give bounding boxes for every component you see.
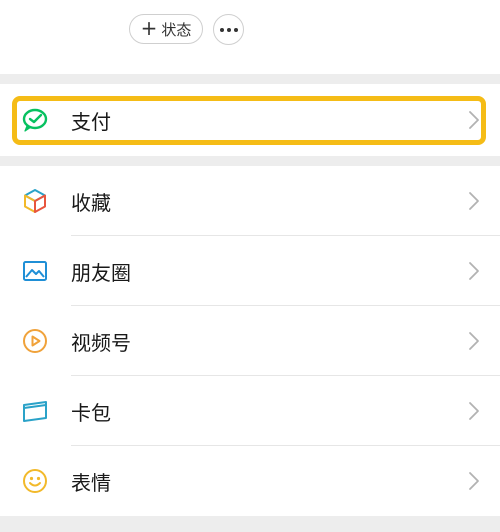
favorites-cube-icon: [21, 187, 49, 215]
pay-highlight-box: [12, 96, 486, 145]
chevron-right-icon: [469, 332, 479, 350]
menu-item-moments[interactable]: 朋友圈: [0, 236, 500, 306]
pay-row[interactable]: 支付: [0, 84, 500, 156]
moments-image-icon: [21, 257, 49, 285]
menu-item-cards[interactable]: 卡包: [0, 376, 500, 446]
menu-item-channels[interactable]: 视频号: [0, 306, 500, 376]
more-button[interactable]: [213, 14, 244, 45]
menu-item-label: 表情: [71, 470, 111, 495]
add-status-button[interactable]: + 状态: [129, 14, 203, 44]
plus-icon: +: [140, 16, 158, 40]
card-wallet-icon: [21, 397, 49, 425]
more-dot-icon: [226, 27, 231, 32]
chevron-right-icon: [469, 402, 479, 420]
profile-header: + 状态: [0, 0, 500, 74]
status-label: 状态: [161, 20, 192, 39]
sticker-smiley-icon: [21, 467, 49, 495]
menu-item-stickers[interactable]: 表情: [0, 446, 500, 516]
menu-item-label: 朋友圈: [71, 260, 131, 285]
menu-item-label: 收藏: [71, 190, 111, 215]
menu-item-favorites[interactable]: 收藏: [0, 166, 500, 236]
chevron-right-icon: [469, 192, 479, 210]
more-dot-icon: [233, 27, 238, 32]
menu-item-label: 视频号: [71, 330, 131, 355]
bottom-gap: [0, 516, 500, 532]
menu-card: 收藏 朋友圈 视频号 卡包 表情: [0, 166, 500, 516]
chevron-right-icon: [469, 262, 479, 280]
chevron-right-icon: [469, 472, 479, 490]
more-dot-icon: [219, 27, 224, 32]
channels-play-icon: [21, 327, 49, 355]
menu-item-label: 卡包: [71, 400, 111, 425]
